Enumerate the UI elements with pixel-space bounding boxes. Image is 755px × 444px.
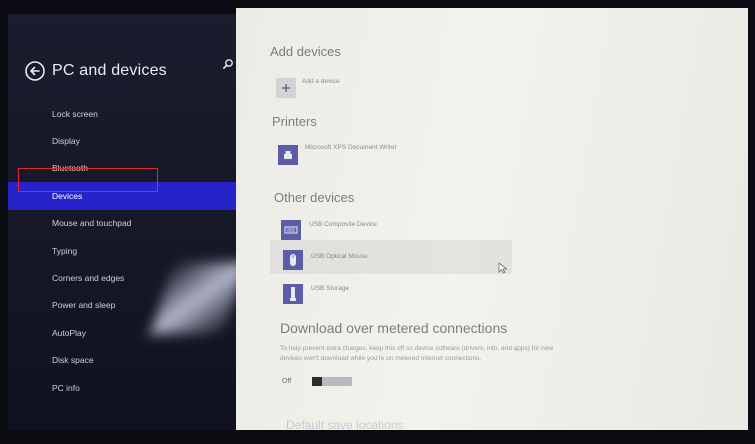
metered-heading: Download over metered connections (280, 320, 508, 336)
printer-device-tile[interactable] (278, 145, 298, 165)
back-arrow-icon[interactable] (24, 60, 46, 82)
add-device-button[interactable] (276, 78, 296, 98)
hovered-row (270, 240, 512, 274)
sidebar-item-pc-info[interactable]: PC info (8, 374, 240, 401)
sidebar: PC and devices Lock screen Display Bluet… (8, 14, 240, 430)
sidebar-item-label: Power and sleep (52, 300, 116, 311)
add-device-label[interactable]: Add a device (302, 78, 340, 85)
plus-icon (282, 84, 290, 92)
sidebar-item-label: Typing (52, 245, 78, 256)
metered-description-line-1: To help prevent extra charges, keep this… (280, 345, 554, 352)
sidebar-item-label: PC info (52, 382, 80, 393)
sidebar-item-typing[interactable]: Typing (8, 237, 240, 264)
usb-optical-mouse-tile[interactable] (283, 250, 303, 270)
usb-storage-label[interactable]: USB Storage (311, 285, 349, 292)
other-devices-heading: Other devices (274, 190, 355, 205)
usb-storage-tile[interactable] (283, 284, 303, 304)
printer-icon (284, 151, 292, 159)
sidebar-item-label: Display (52, 136, 80, 147)
usb-optical-mouse-label[interactable]: USB Optical Mouse (311, 253, 368, 260)
metered-description-line-2: devices won't download while you're on m… (280, 355, 482, 362)
keyboard-icon (284, 226, 298, 234)
usb-composite-device-tile[interactable] (281, 220, 301, 240)
usb-drive-icon (290, 287, 296, 301)
mouse-cursor-icon (498, 262, 508, 274)
toggle-thumb[interactable] (312, 377, 322, 386)
sidebar-item-lock-screen[interactable]: Lock screen (8, 100, 240, 127)
sidebar-nav: Lock screen Display Bluetooth Devices Mo… (8, 100, 240, 401)
sidebar-item-label: Lock screen (52, 108, 98, 119)
mouse-icon (290, 254, 296, 266)
usb-composite-device-label[interactable]: USB Composite Device (309, 221, 377, 228)
monitor-bezel (0, 430, 755, 444)
sidebar-item-label: Devices (52, 190, 83, 201)
selection-highlight-box (18, 168, 158, 192)
sidebar-item-label: Disk space (52, 355, 94, 366)
sidebar-item-label: Corners and edges (52, 273, 125, 284)
page-title: PC and devices (52, 62, 167, 79)
toggle-state-label: Off (282, 378, 292, 385)
sidebar-item-label: Mouse and touchpad (52, 218, 132, 229)
printers-heading: Printers (272, 114, 317, 129)
header: PC and devices (24, 60, 167, 82)
metered-toggle[interactable] (312, 377, 352, 386)
sidebar-item-label: AutoPlay (52, 327, 87, 338)
search-icon[interactable] (222, 58, 234, 70)
sidebar-item-mouse-and-touchpad[interactable]: Mouse and touchpad (8, 210, 240, 237)
printer-label[interactable]: Microsoft XPS Document Writer (305, 144, 397, 151)
screen: PC and devices Lock screen Display Bluet… (0, 0, 755, 444)
sidebar-item-display[interactable]: Display (8, 127, 240, 154)
sidebar-item-disk-space[interactable]: Disk space (8, 347, 240, 374)
add-devices-heading: Add devices (270, 44, 341, 59)
